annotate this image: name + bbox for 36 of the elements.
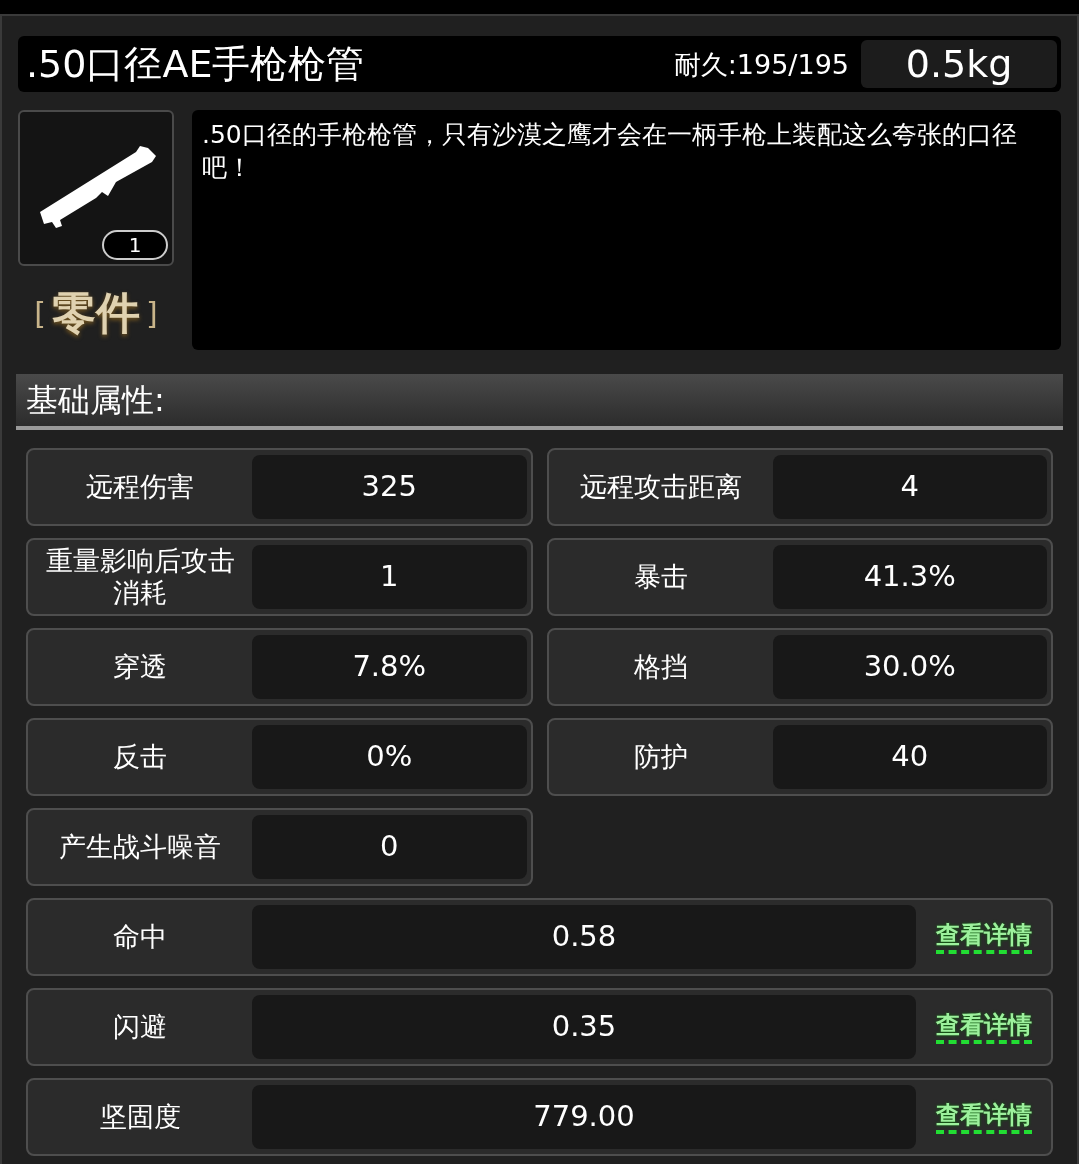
stat-label: 远程攻击距离 xyxy=(578,471,743,503)
stat-label: 坚固度 xyxy=(98,1099,182,1134)
stat-value: 1 xyxy=(252,545,527,609)
stat-label: 命中 xyxy=(112,919,168,954)
stat-label: 闪避 xyxy=(112,1009,168,1044)
stat-value: 4 xyxy=(772,455,1047,519)
stat-label: 防护 xyxy=(632,741,689,773)
section-title: 基础属性: xyxy=(26,380,165,421)
category-label: 零件 xyxy=(52,286,140,340)
stat-value: 30.0% xyxy=(772,635,1047,699)
stat-value: 779.00 xyxy=(252,1085,916,1149)
details-link[interactable]: 查看详情 xyxy=(935,1100,1032,1134)
stat-value: 40 xyxy=(772,725,1047,789)
durability-text: 耐久:195/195 xyxy=(673,50,849,78)
details-link[interactable]: 查看详情 xyxy=(935,920,1032,954)
stat-value: 0.58 xyxy=(252,905,916,969)
stat-label: 反击 xyxy=(112,741,168,773)
stat-value: 0.35 xyxy=(252,995,916,1059)
stat-label: 穿透 xyxy=(112,651,168,683)
stat-label: 产生战斗噪音 xyxy=(58,831,222,863)
stat-value: 7.8% xyxy=(252,635,527,699)
count-badge: 1 xyxy=(102,230,168,260)
weight-text: 0.5kg xyxy=(861,40,1057,88)
item-name: .50口径AE手枪枪管 xyxy=(26,45,366,83)
stat-label: 远程伤害 xyxy=(85,471,195,503)
stat-label: 暴击 xyxy=(632,561,689,593)
stat-label: 格挡 xyxy=(632,651,689,683)
stat-value: 0 xyxy=(252,815,527,879)
stat-value: 325 xyxy=(252,455,527,519)
stat-value: 41.3% xyxy=(772,545,1047,609)
stat-label: 重量影响后攻击消耗 xyxy=(44,545,236,609)
stat-value: 0% xyxy=(252,725,527,789)
description-text: .50口径的手枪枪管，只有沙漠之鹰才会在一柄手枪上装配这么夸张的口径吧！ xyxy=(202,119,1018,184)
bracket-text: [ xyxy=(34,294,46,333)
details-link[interactable]: 查看详情 xyxy=(935,1010,1032,1044)
bracket-text: ] xyxy=(146,294,158,333)
